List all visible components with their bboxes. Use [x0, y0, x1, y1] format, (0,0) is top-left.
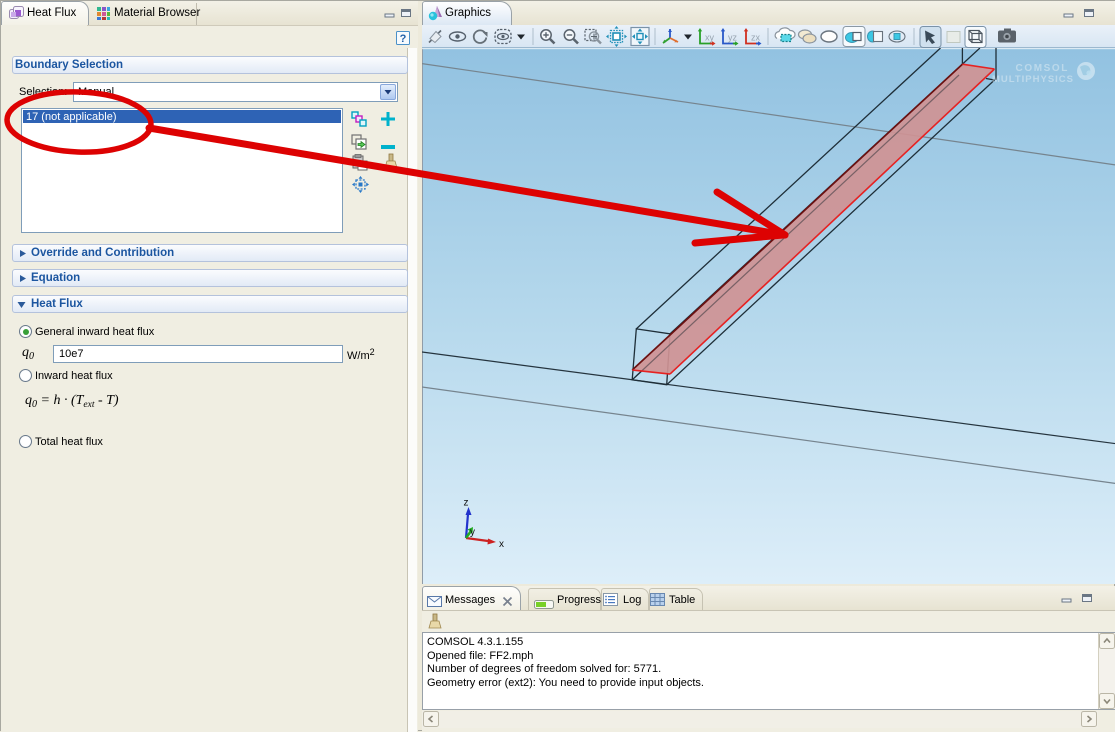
svg-text:?: ?	[400, 33, 407, 45]
svg-text:yz: yz	[728, 33, 738, 43]
svg-text:z: z	[464, 498, 469, 509]
svg-text:COMSOL: COMSOL	[1016, 63, 1070, 74]
svg-text:zx: zx	[751, 33, 761, 43]
svg-text:x: x	[499, 539, 504, 550]
svg-text:MULTIPHYSICS: MULTIPHYSICS	[992, 74, 1074, 85]
svg-text:xy: xy	[705, 33, 715, 43]
svg-text:y: y	[470, 527, 475, 538]
